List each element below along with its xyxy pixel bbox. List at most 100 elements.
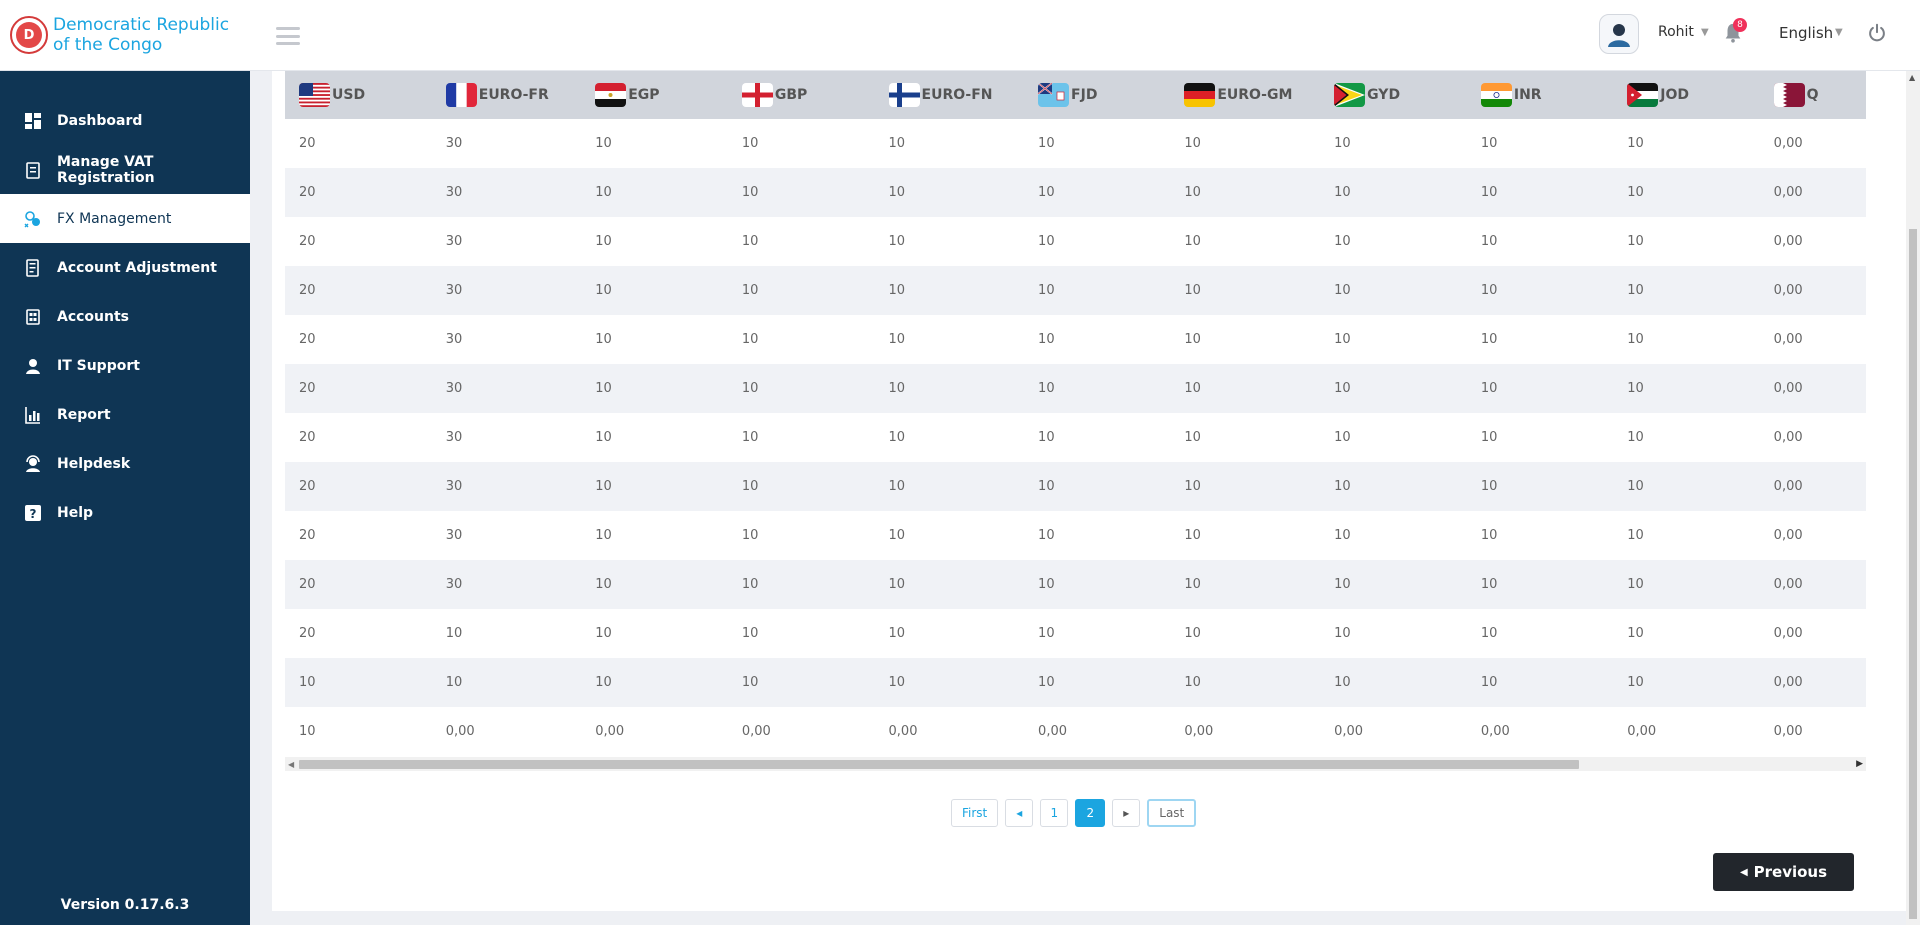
horizontal-scrollbar[interactable]: ◀ ▶: [285, 757, 1866, 771]
table-cell: 10: [1184, 528, 1201, 543]
column-header-gbp[interactable]: GBP: [728, 71, 875, 119]
table-row: 20 30 10 10 10 10 10 10 10 10 0,00: [285, 511, 1866, 560]
column-header-gyd[interactable]: GYD: [1320, 71, 1467, 119]
table-cell: 10: [741, 185, 759, 200]
table-cell: 10: [1480, 626, 1498, 641]
power-logout-icon[interactable]: [1866, 22, 1888, 44]
table-cell: 0,00: [1773, 185, 1803, 200]
table-row: 10 0,00 0,00 0,00 0,00 0,00 0,00 0,00 0,00 0,00 0,…: [285, 707, 1866, 756]
table-cell: 20: [299, 185, 316, 200]
scroll-up-icon[interactable]: ▲: [1909, 73, 1915, 82]
column-header-euro-fn[interactable]: EURO-FN: [875, 71, 1025, 119]
table-cell: 10: [1038, 283, 1055, 298]
table-cell: 20: [299, 234, 316, 249]
prev-page-icon[interactable]: ◂: [1005, 799, 1034, 827]
table-cell: 10: [888, 479, 906, 494]
table-cell: 10: [595, 381, 612, 396]
sidebar-item-label: FX Management: [57, 210, 172, 227]
table-cell: 30: [445, 381, 463, 396]
column-header-euro-fr[interactable]: EURO-FR: [432, 71, 581, 119]
sidebar-item-manage-vat-registration[interactable]: Manage VAT Registration: [0, 145, 250, 194]
page-1-button[interactable]: 1: [1040, 799, 1069, 827]
column-header-fjd[interactable]: FJD: [1024, 71, 1170, 119]
last-page-button[interactable]: Last: [1147, 799, 1197, 827]
table-cell: 10: [1627, 626, 1644, 641]
svg-text:?: ?: [30, 507, 37, 521]
table-cell: 10: [1627, 283, 1644, 298]
first-page-button[interactable]: First: [951, 799, 999, 827]
page-2-button[interactable]: 2: [1075, 799, 1106, 827]
table-row: 20 30 10 10 10 10 10 10 10 10 0,00: [285, 168, 1866, 217]
column-header-q[interactable]: Q: [1760, 71, 1866, 119]
scroll-right-icon[interactable]: ▶: [1856, 759, 1863, 769]
sidebar-item-account-adjustment[interactable]: Account Adjustment: [0, 243, 250, 292]
table-cell: 10: [595, 234, 612, 249]
flag-icon: [299, 83, 330, 107]
vertical-scroll-thumb[interactable]: [1909, 229, 1917, 919]
table-cell: 10: [888, 136, 906, 151]
language-caret-icon[interactable]: ▼: [1835, 27, 1843, 38]
menu-toggle-icon[interactable]: [276, 27, 300, 45]
table-cell: 10: [1334, 577, 1351, 592]
table-cell: 10: [299, 675, 316, 690]
flag-icon: [1184, 83, 1216, 107]
sidebar-item-report[interactable]: Report: [0, 390, 250, 439]
table-cell: 10: [1627, 185, 1644, 200]
next-page-icon[interactable]: ▸: [1112, 799, 1141, 827]
table-body: 20 30 10 10 10 10 10 10 10 10 0,00 20 30 10 10 10 10 10 10…: [285, 119, 1866, 756]
table-cell: 10: [299, 724, 316, 739]
scroll-left-icon[interactable]: ◀: [288, 760, 294, 769]
previous-button[interactable]: ◀ Previous: [1713, 853, 1854, 891]
logo-letter: D: [16, 22, 42, 48]
flag-icon: [1773, 83, 1805, 107]
user-avatar[interactable]: [1599, 14, 1639, 54]
sidebar-item-accounts[interactable]: Accounts: [0, 292, 250, 341]
table-cell: 10: [1627, 234, 1644, 249]
brand[interactable]: D Democratic Republic of the Congo: [0, 0, 250, 71]
table-cell: 30: [445, 283, 463, 298]
it-support-icon: [24, 357, 42, 375]
column-header-jod[interactable]: JOD: [1613, 71, 1759, 119]
vertical-scrollbar[interactable]: ▲: [1906, 71, 1920, 925]
table-cell: 0,00: [1773, 528, 1803, 543]
sidebar-item-label: IT Support: [57, 357, 140, 374]
currency-code: JOD: [1660, 87, 1689, 103]
previous-button-label: Previous: [1753, 863, 1828, 881]
language-selector[interactable]: English: [1779, 24, 1833, 42]
table-cell: 10: [741, 332, 759, 347]
column-header-inr[interactable]: INR: [1467, 71, 1613, 119]
table-cell: 10: [888, 283, 906, 298]
table-cell: 10: [1038, 381, 1055, 396]
table-cell: 10: [1184, 479, 1201, 494]
table-cell: 10: [1627, 479, 1644, 494]
user-name[interactable]: Rohit: [1658, 24, 1694, 40]
fx-rates-table: USD EURO-FR EGP GBP EURO-FN FJD EURO-GM GYD INR J…: [285, 71, 1866, 756]
table-cell: 10: [1184, 675, 1201, 690]
table-cell: 20: [299, 479, 316, 494]
sidebar-item-fx-management[interactable]: FX Management: [0, 194, 250, 243]
sidebar-item-it-support[interactable]: IT Support: [0, 341, 250, 390]
flag-icon: [741, 83, 773, 107]
currency-code: GBP: [774, 87, 808, 103]
sidebar-item-dashboard[interactable]: Dashboard: [0, 96, 250, 145]
table-cell: 10: [1334, 675, 1351, 690]
table-cell: 10: [1627, 136, 1644, 151]
horizontal-scroll-thumb[interactable]: [299, 760, 1579, 769]
table-cell: 0,00: [1773, 430, 1803, 445]
table-cell: 10: [1627, 381, 1644, 396]
table-cell: 10: [1334, 234, 1351, 249]
table-cell: 10: [1184, 577, 1201, 592]
flag-icon: [1038, 83, 1070, 107]
sidebar: D Democratic Republic of the Congo Dashb…: [0, 0, 250, 925]
table-cell: 10: [888, 675, 906, 690]
user-dropdown-caret-icon[interactable]: ▼: [1701, 27, 1709, 38]
column-header-usd[interactable]: USD: [285, 71, 432, 119]
table-cell: 0,00: [1773, 626, 1803, 641]
table-cell: 10: [741, 283, 759, 298]
column-header-egp[interactable]: EGP: [581, 71, 728, 119]
column-header-euro-gm[interactable]: EURO-GM: [1170, 71, 1320, 119]
sidebar-item-helpdesk[interactable]: Helpdesk: [0, 439, 250, 488]
table-cell: 0,00: [1773, 675, 1803, 690]
sidebar-item-help[interactable]: ? Help: [0, 488, 250, 537]
table-cell: 0,00: [1334, 724, 1364, 739]
